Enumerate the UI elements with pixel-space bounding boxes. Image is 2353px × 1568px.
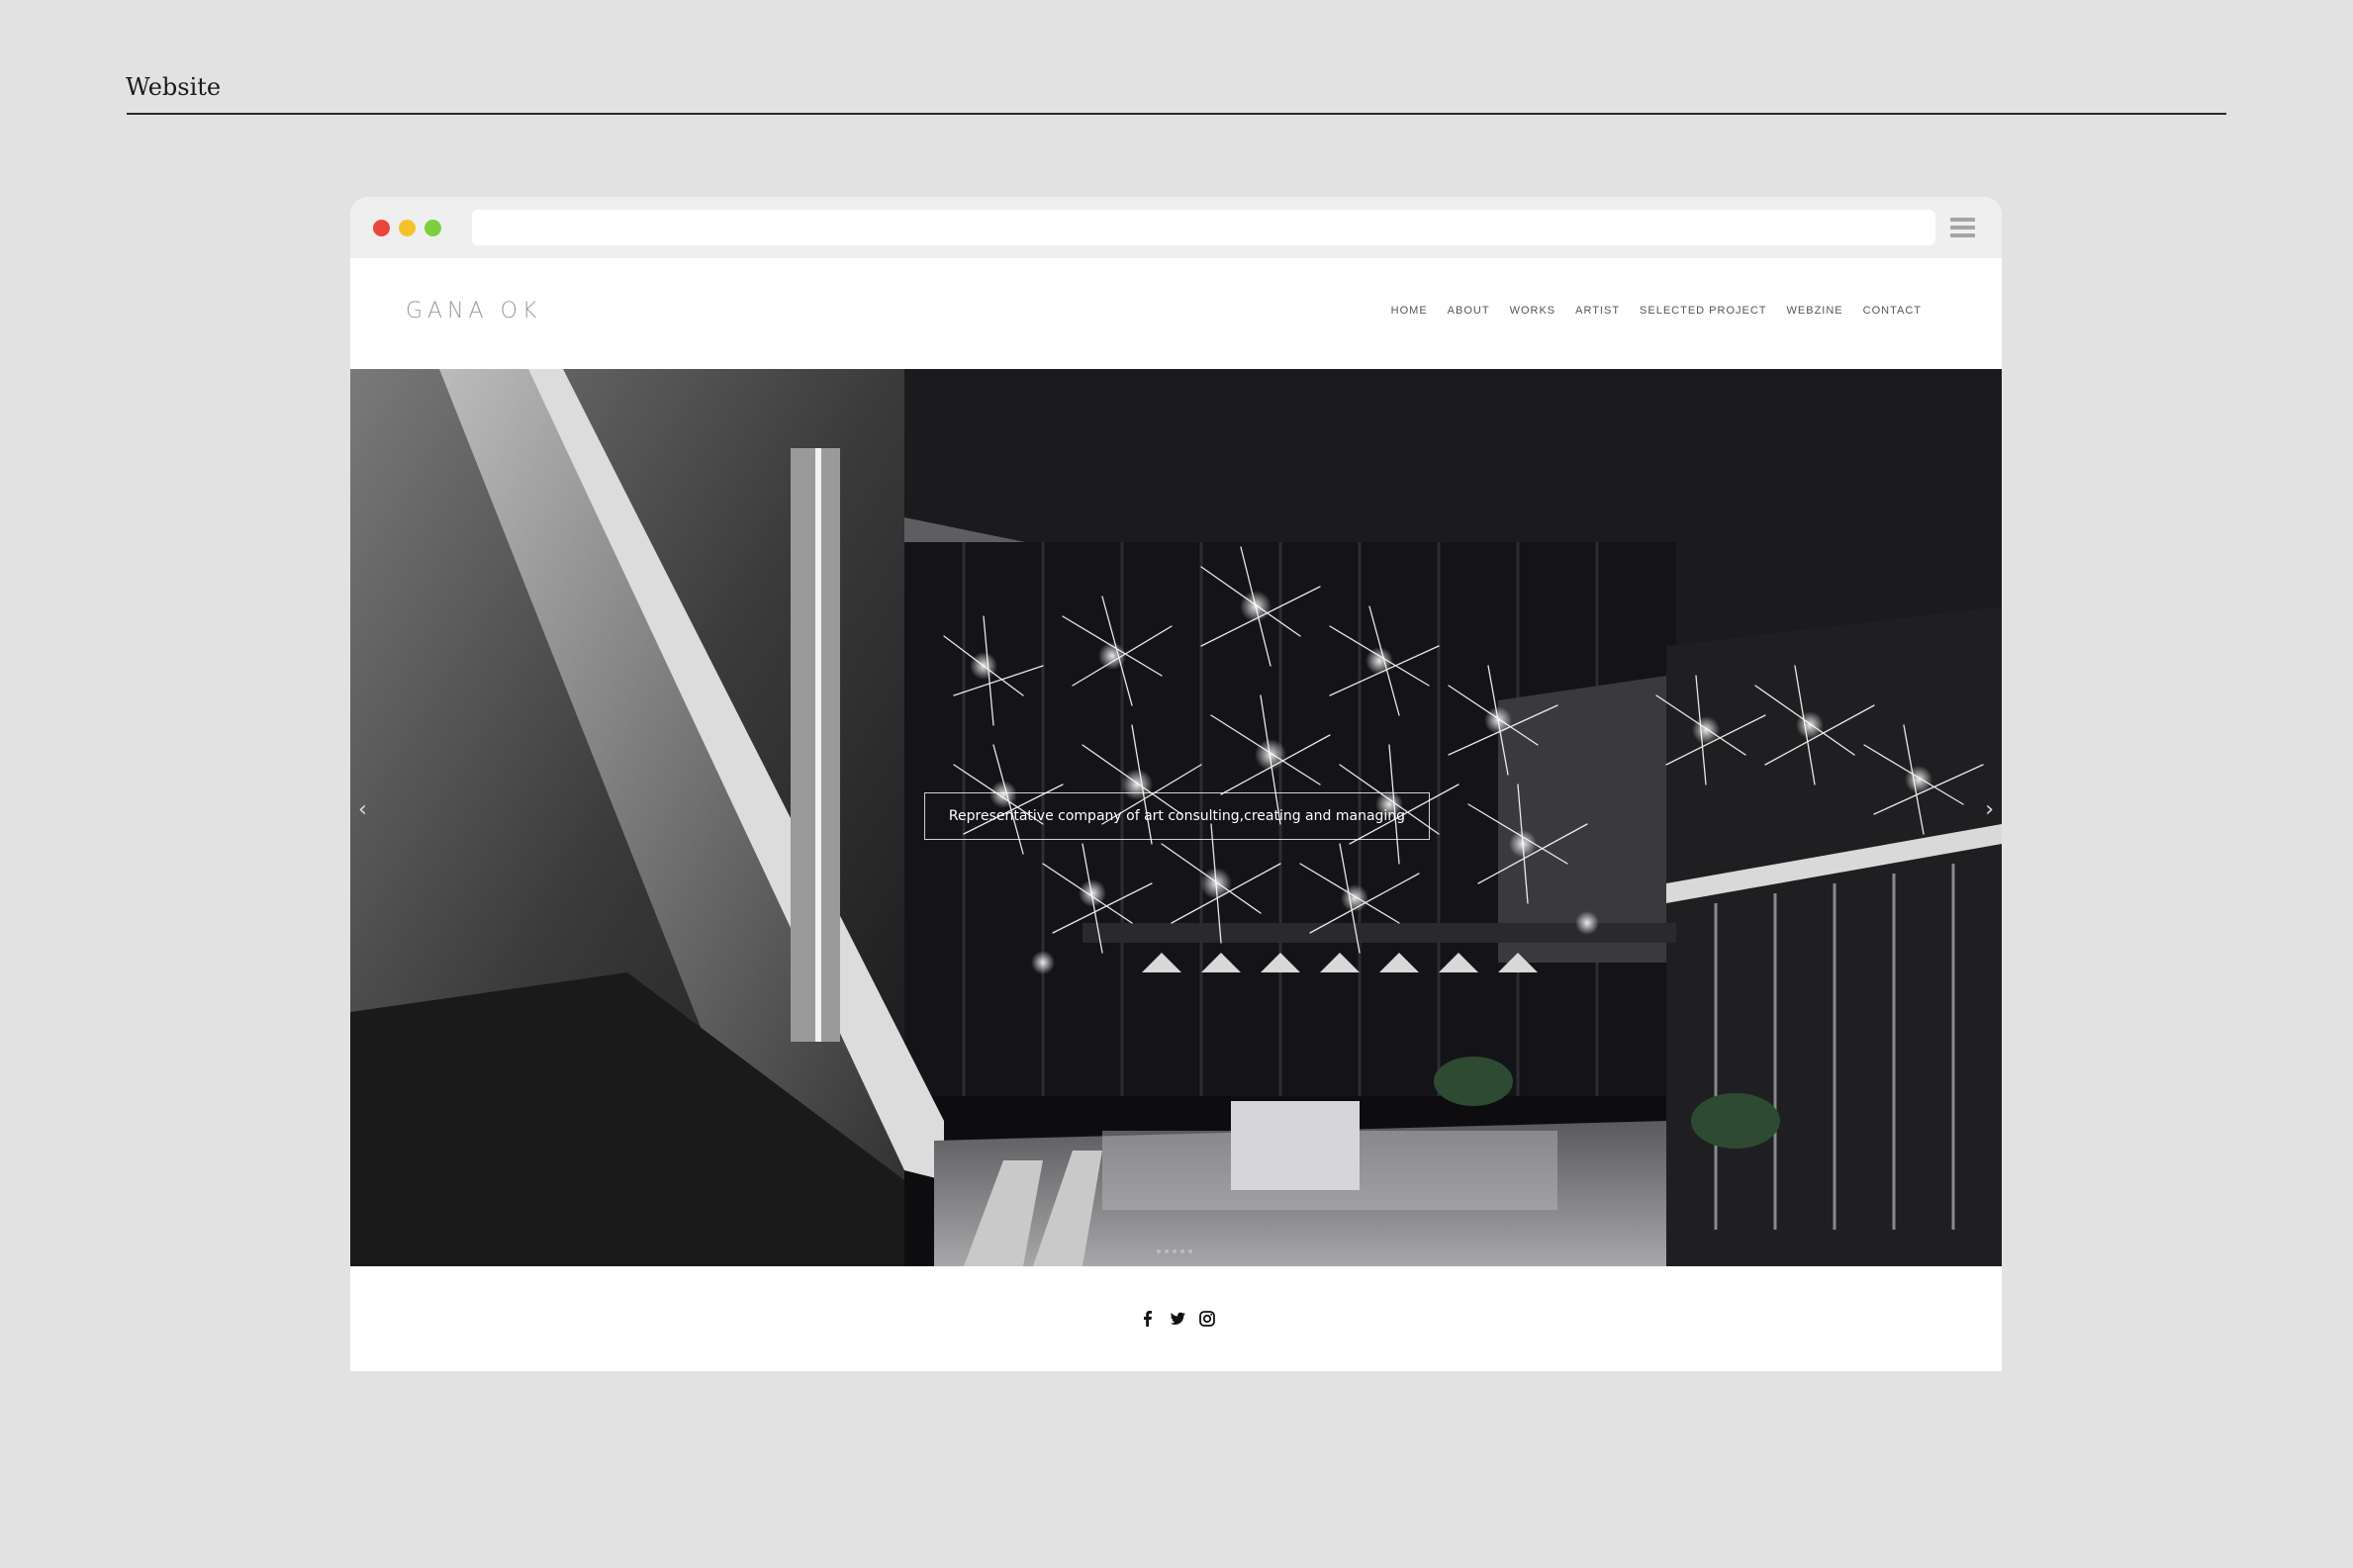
nav-selected-project[interactable]: SELECTED PROJECT [1640,305,1766,317]
slider-prev-button[interactable]: ‹ [358,797,367,822]
slider-dot[interactable] [1188,1249,1192,1253]
close-window-button[interactable] [373,220,390,236]
section-divider [127,113,2226,115]
slider-pagination [1157,1249,1192,1253]
nav-home[interactable]: HOME [1391,305,1428,317]
hero-caption: Representative company of art consulting… [924,792,1430,840]
browser-chrome [350,197,2002,258]
section-title: Website [126,73,222,101]
address-bar[interactable] [472,210,1935,245]
slider-dot[interactable] [1173,1249,1176,1253]
site-logo[interactable]: GANA OK [406,299,541,323]
nav-contact[interactable]: CONTACT [1863,305,1922,317]
twitter-icon[interactable] [1168,1309,1187,1329]
hero-slider: ‹ › Representative company of art consul… [350,369,2002,1266]
browser-window: GANA OK HOME ABOUT WORKS ARTIST SELECTED… [350,197,2002,1371]
hamburger-menu-icon[interactable] [1950,218,1975,237]
social-links [1138,1309,1217,1329]
site-footer [350,1266,2002,1371]
instagram-icon[interactable] [1197,1309,1217,1329]
slider-dot[interactable] [1165,1249,1169,1253]
slider-dot[interactable] [1180,1249,1184,1253]
maximize-window-button[interactable] [424,220,441,236]
minimize-window-button[interactable] [399,220,416,236]
nav-works[interactable]: WORKS [1510,305,1556,317]
nav-about[interactable]: ABOUT [1448,305,1490,317]
nav-artist[interactable]: ARTIST [1575,305,1620,317]
site-header: GANA OK HOME ABOUT WORKS ARTIST SELECTED… [350,258,2002,369]
main-nav: HOME ABOUT WORKS ARTIST SELECTED PROJECT… [1391,305,1922,317]
facebook-icon[interactable] [1138,1309,1158,1329]
slider-dot[interactable] [1157,1249,1161,1253]
nav-webzine[interactable]: WEBZINE [1787,305,1843,317]
slider-next-button[interactable]: › [1985,797,1994,822]
